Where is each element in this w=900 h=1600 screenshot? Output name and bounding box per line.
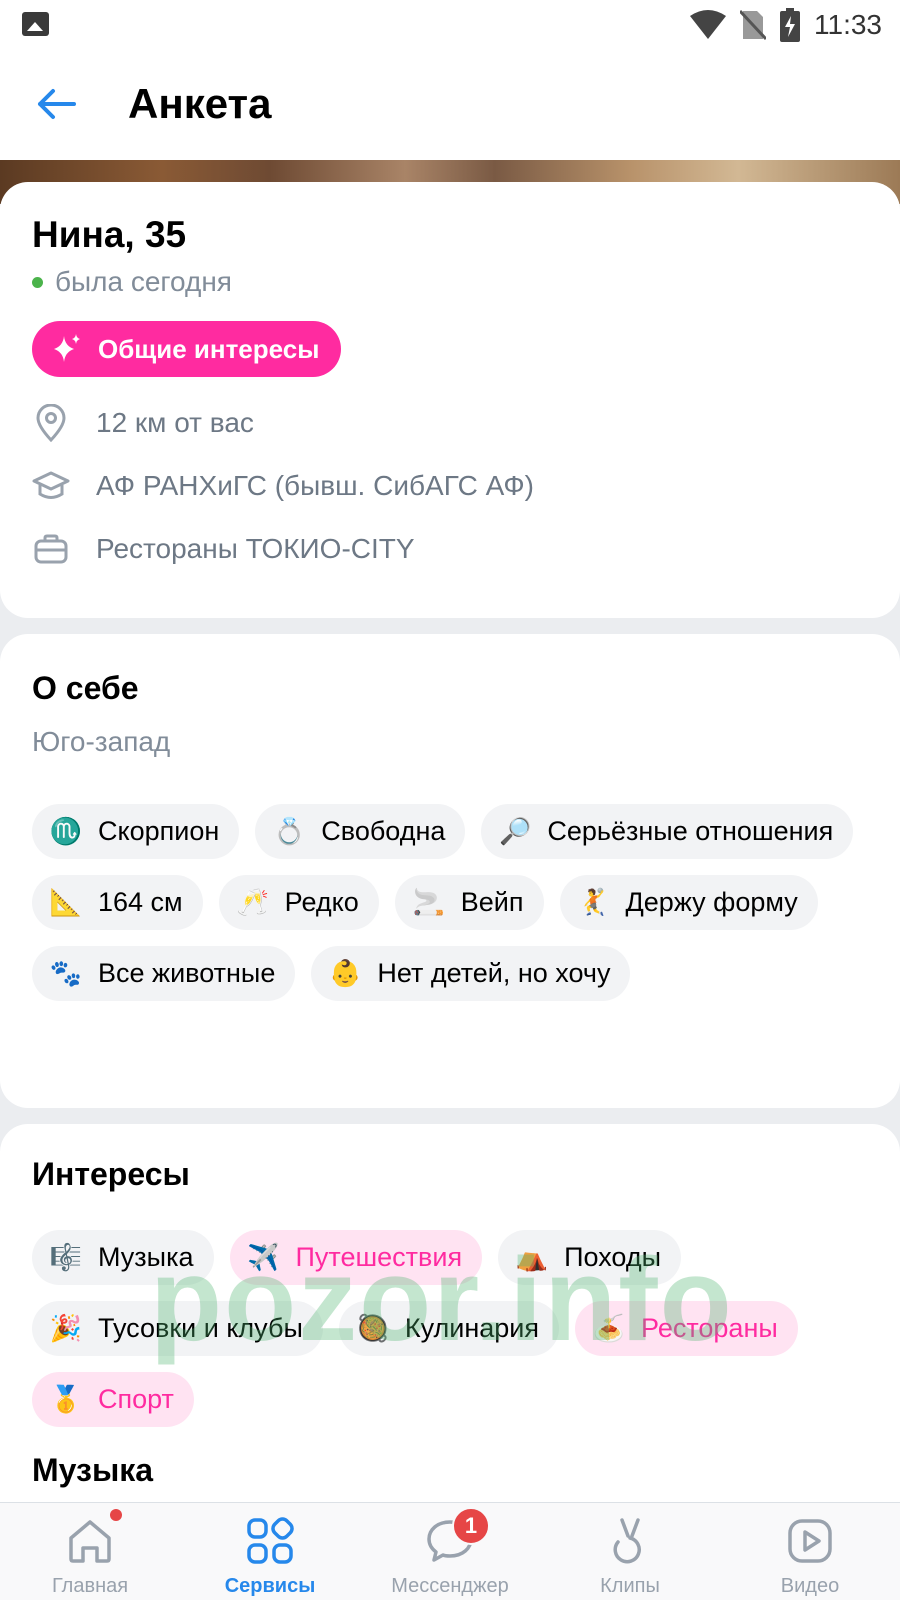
arrow-left-icon [38,89,76,119]
tent-icon: ⛺ [515,1242,549,1272]
airplane-icon: ✈️ [247,1242,280,1272]
pan-icon: 🥘 [356,1313,390,1343]
interest-sport[interactable]: 🥇 Спорт [32,1372,194,1427]
chip-label: Свободна [321,816,446,846]
work-text: Рестораны ТОКИО-CITY [96,533,415,564]
about-title: О себе [32,670,139,706]
about-chips: ♏ Скорпион 💍 Свободна 🔎 Серьёзные отношения… [32,804,868,1001]
chip-smoking: 🚬 Вейп [394,875,544,930]
interest-cooking[interactable]: 🥘 Кулинария [338,1301,559,1356]
status-bar: 11:33 [0,0,900,50]
chip-label: Серьёзные отношения [547,816,834,846]
clock: 11:33 [814,9,882,40]
chip-label: Держу форму [625,887,798,917]
battery-charging-icon [780,8,800,42]
tab-label: Мессенджер [391,1575,509,1597]
chip-alcohol: 🥂 Редко [218,875,379,930]
zodiac-icon: ♏ [49,816,83,846]
chip-sport: 🤾 Держу форму [559,875,818,930]
profile-card: Нина, 35 была сегодня Общие интересы 12 … [0,182,900,618]
cigarette-icon: 🚬 [412,887,445,917]
common-interests-button[interactable]: Общие интересы [32,321,342,377]
chip-zodiac: ♏ Скорпион [32,804,240,859]
chip-goal: 🔎 Серьёзные отношения [481,804,854,859]
bottom-tab-bar: Главная Сервисы 1 Мессенджер Клипы Видео [0,1502,900,1600]
online-status-text: была сегодня [55,266,232,297]
interest-restaurants[interactable]: 🍝 Рестораны [575,1301,798,1356]
chip-label: Музыка [98,1242,194,1272]
home-icon [64,1515,116,1567]
chip-label: Рестораны [641,1313,778,1343]
tab-label: Сервисы [224,1575,316,1597]
notification-dot [110,1509,122,1521]
chip-label: 164 см [98,887,183,917]
interest-travel[interactable]: ✈️ Путешествия [229,1230,483,1285]
clips-icon [604,1515,656,1567]
sport-person-icon: 🤾 [577,887,610,917]
gallery-icon [22,12,49,36]
tab-clips[interactable]: Клипы [540,1503,720,1600]
about-text: Юго-запад [32,726,171,757]
back-button[interactable] [34,82,78,126]
glasses-icon: 🥂 [236,887,269,917]
briefcase-icon [32,530,70,568]
chip-label: Путешествия [295,1242,463,1272]
video-icon [784,1515,836,1567]
services-grid-icon [244,1515,296,1567]
tab-label: Видео [780,1575,840,1597]
graduation-cap-icon [32,467,70,505]
chip-label: Спорт [98,1384,174,1414]
chip-pets: 🐾 Все животные [32,946,296,1001]
profile-name: Нина, 35 [32,214,187,255]
wifi-icon [690,10,726,39]
baby-icon: 👶 [329,958,362,988]
medal-icon: 🥇 [49,1384,83,1414]
chip-children: 👶 Нет детей, но хочу [311,946,631,1001]
distance-text: 12 км от вас [96,407,254,438]
interest-music[interactable]: 🎼 Музыка [32,1230,214,1285]
online-dot-icon [32,276,43,288]
info-education: АФ РАНХиГС (бывш. СибАГС АФ) [32,467,534,505]
unread-badge: 1 [452,1507,490,1545]
interest-chips: 🎼 Музыка ✈️ Путешествия ⛺ Походы 🎉 Тусовки и… [32,1230,868,1427]
page-title: Анкета [128,80,272,127]
chip-label: Все животные [98,958,276,988]
chip-label: Походы [564,1242,661,1272]
education-text: АФ РАНХиГС (бывш. СибАГС АФ) [96,470,534,501]
spaghetti-icon: 🍝 [592,1313,626,1343]
music-section-title: Музыка [32,1452,154,1488]
interest-hiking[interactable]: ⛺ Походы [498,1230,681,1285]
ruler-icon: 📐 [49,887,83,917]
info-work: Рестораны ТОКИО-CITY [32,530,415,568]
chip-label: Тусовки и клубы [98,1313,303,1343]
chip-label: Скорпион [98,816,220,846]
app-header: Анкета [0,50,900,160]
party-popper-icon: 🎉 [49,1313,83,1343]
tab-home[interactable]: Главная [0,1503,180,1600]
chip-relationship: 💍 Свободна [255,804,466,859]
tab-services[interactable]: Сервисы [180,1503,360,1600]
magnifier-icon: 🔎 [499,816,532,846]
tab-label: Клипы [600,1575,660,1597]
no-sim-icon [740,9,766,41]
online-status: была сегодня [32,266,232,298]
common-interests-label: Общие интересы [98,333,320,364]
interests-title: Интересы [32,1156,190,1192]
info-distance: 12 км от вас [32,404,254,442]
chip-label: Редко [284,887,359,917]
chip-label: Кулинария [404,1313,539,1343]
chip-label: Вейп [460,887,524,917]
tab-label: Главная [51,1575,129,1597]
paw-icon: 🐾 [49,958,83,988]
about-card: О себе Юго-запад ♏ Скорпион 💍 Свободна 🔎 Се… [0,634,900,1108]
chip-label: Нет детей, но хочу [377,958,611,988]
tab-video[interactable]: Видео [720,1503,900,1600]
interest-parties[interactable]: 🎉 Тусовки и клубы [32,1301,323,1356]
music-notes-icon: 🎼 [49,1242,83,1272]
chip-height: 📐 164 см [32,875,203,930]
ring-icon: 💍 [273,816,306,846]
location-pin-icon [32,404,70,442]
sparkles-icon [54,334,80,362]
tab-messenger[interactable]: 1 Мессенджер [360,1503,540,1600]
